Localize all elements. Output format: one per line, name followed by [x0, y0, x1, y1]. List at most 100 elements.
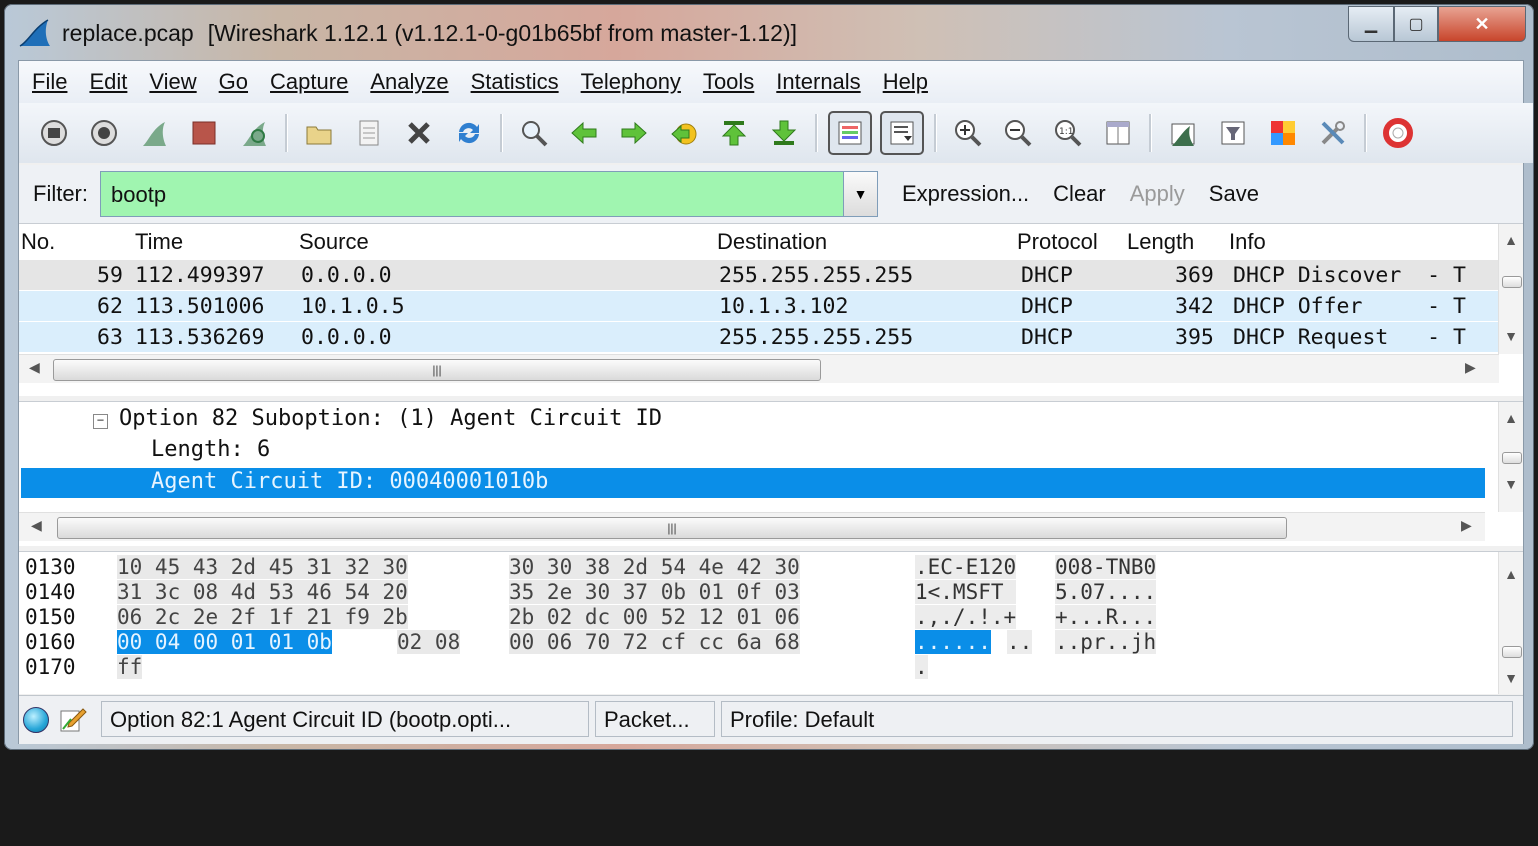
- scroll-right-icon[interactable]: ▶: [1461, 517, 1472, 534]
- menu-capture[interactable]: Capture: [259, 61, 359, 103]
- filter-history-dropdown[interactable]: ▼: [844, 171, 878, 217]
- display-filters-button[interactable]: [1212, 112, 1254, 154]
- go-back-button[interactable]: [563, 112, 605, 154]
- preferences-icon: [1321, 121, 1345, 145]
- menu-go[interactable]: Go: [208, 61, 259, 103]
- scroll-left-icon[interactable]: ◀: [29, 359, 40, 376]
- menu-help[interactable]: Help: [872, 61, 939, 103]
- expert-info-icon[interactable]: [23, 707, 49, 733]
- scroll-up-icon[interactable]: ▲: [1499, 566, 1523, 582]
- packet-row[interactable]: 62 113.501006 10.1.0.5 10.1.3.102 DHCP 3…: [19, 291, 1499, 321]
- menu-file[interactable]: File: [19, 61, 78, 103]
- menu-statistics[interactable]: Statistics: [460, 61, 570, 103]
- scroll-thumb[interactable]: [1502, 276, 1522, 288]
- hex-row[interactable]: 0130 10 45 43 2d 45 31 32 30 30 30 38 2d…: [25, 555, 1157, 580]
- display-filter-input[interactable]: bootp: [100, 171, 844, 217]
- stop-capture-button[interactable]: [183, 112, 225, 154]
- capture-filters-button[interactable]: [1162, 112, 1204, 154]
- byte-offset: 0150: [25, 605, 76, 629]
- scroll-thumb[interactable]: [1502, 646, 1522, 658]
- maximize-button[interactable]: ▢: [1394, 6, 1438, 42]
- filter-save-button[interactable]: Save: [1209, 181, 1259, 207]
- tree-item[interactable]: − Option 82 Suboption: (1) Agent Circuit…: [21, 405, 1485, 435]
- bytes-vscrollbar[interactable]: ▲ ▼: [1498, 552, 1523, 694]
- scroll-thumb[interactable]: |||: [57, 517, 1287, 539]
- go-forward-button[interactable]: [613, 112, 655, 154]
- reload-button[interactable]: [448, 112, 490, 154]
- filter-toolbar: Filter: bootp ▼ Expression... Clear Appl…: [19, 165, 1523, 223]
- menu-telephony[interactable]: Telephony: [570, 61, 692, 103]
- hex-row[interactable]: 0160 00 04 00 01 01 0b 02 08 00 06 70 72…: [25, 630, 1157, 655]
- go-last-button[interactable]: [763, 112, 805, 154]
- ascii-bytes: .,./.!.+: [915, 605, 1017, 629]
- column-header-time[interactable]: Time: [135, 229, 183, 255]
- scroll-up-icon[interactable]: ▲: [1499, 410, 1523, 426]
- tree-item-selected[interactable]: Agent Circuit ID: 00040001010b: [21, 468, 1485, 498]
- column-header-info[interactable]: Info: [1229, 229, 1266, 255]
- coloring-rules-button[interactable]: [1262, 112, 1304, 154]
- filter-apply-button[interactable]: Apply: [1130, 181, 1185, 207]
- column-header-destination[interactable]: Destination: [717, 229, 827, 255]
- find-packet-button[interactable]: [513, 112, 555, 154]
- hex-row[interactable]: 0150 06 2c 2e 2f 1f 21 f9 2b 2b 02 dc 00…: [25, 605, 1157, 630]
- zoom-in-button[interactable]: [947, 112, 989, 154]
- ascii-bytes: ..pr..jh: [1055, 630, 1157, 654]
- help-button[interactable]: [1377, 112, 1419, 154]
- title-bar[interactable]: replace.pcap [Wireshark 1.12.1 (v1.12.1-0…: [4, 4, 1534, 60]
- close-file-button[interactable]: [398, 112, 440, 154]
- packet-list-vscrollbar[interactable]: ▲ ▼: [1498, 224, 1523, 354]
- tree-item[interactable]: Length: 6: [21, 436, 1485, 466]
- capture-comment-icon[interactable]: [59, 705, 87, 733]
- details-hscrollbar[interactable]: ◀ ||| ▶: [19, 512, 1485, 541]
- packet-source: 0.0.0.0: [301, 325, 392, 350]
- column-header-source[interactable]: Source: [299, 229, 369, 255]
- hex-bytes: 30 30 38 2d 54 4e 42 30: [509, 555, 800, 579]
- scroll-up-icon[interactable]: ▲: [1499, 232, 1523, 248]
- menu-internals[interactable]: Internals: [765, 61, 871, 103]
- column-header-no[interactable]: No.: [21, 229, 55, 255]
- colorize-button[interactable]: [828, 111, 872, 155]
- packet-row[interactable]: 59 112.499397 0.0.0.0 255.255.255.255 DH…: [19, 260, 1499, 290]
- packet-list-hscrollbar[interactable]: ◀ ||| ▶: [19, 354, 1499, 383]
- resize-columns-button[interactable]: [1097, 112, 1139, 154]
- scroll-left-icon[interactable]: ◀: [31, 517, 42, 534]
- minimize-icon: ▁: [1364, 16, 1378, 33]
- restart-capture-button[interactable]: [233, 112, 275, 154]
- go-first-button[interactable]: [713, 112, 755, 154]
- auto-scroll-button[interactable]: [880, 111, 924, 155]
- close-window-button[interactable]: ✕: [1438, 6, 1526, 42]
- column-header-length[interactable]: Length: [1127, 229, 1194, 255]
- scroll-thumb[interactable]: |||: [53, 359, 821, 381]
- collapse-icon[interactable]: −: [93, 414, 108, 429]
- normal-size-button[interactable]: 1:1: [1047, 112, 1089, 154]
- details-vscrollbar[interactable]: ▲ ▼: [1498, 402, 1523, 512]
- menu-tools[interactable]: Tools: [692, 61, 765, 103]
- scroll-down-icon[interactable]: ▼: [1499, 670, 1523, 686]
- go-to-packet-button[interactable]: [663, 112, 705, 154]
- menu-analyze[interactable]: Analyze: [359, 61, 459, 103]
- capture-options-icon: [91, 120, 117, 146]
- minimize-button[interactable]: ▁: [1348, 6, 1394, 42]
- filter-clear-button[interactable]: Clear: [1053, 181, 1106, 207]
- column-header-protocol[interactable]: Protocol: [1017, 229, 1098, 255]
- zoom-out-button[interactable]: [997, 112, 1039, 154]
- start-capture-button[interactable]: [133, 112, 175, 154]
- menu-view[interactable]: View: [138, 61, 207, 103]
- save-file-button[interactable]: [348, 112, 390, 154]
- menu-edit[interactable]: Edit: [78, 61, 138, 103]
- filter-expression-button[interactable]: Expression...: [902, 181, 1029, 207]
- scroll-down-icon[interactable]: ▼: [1499, 328, 1523, 344]
- scroll-down-icon[interactable]: ▼: [1499, 476, 1523, 492]
- scroll-right-icon[interactable]: ▶: [1465, 359, 1476, 376]
- interface-list-button[interactable]: [33, 112, 75, 154]
- capture-options-button[interactable]: [83, 112, 125, 154]
- open-file-button[interactable]: [298, 112, 340, 154]
- preferences-button[interactable]: [1312, 112, 1354, 154]
- find-packet-icon: [522, 121, 548, 147]
- hex-row[interactable]: 0170 ff .: [25, 655, 928, 680]
- packet-row[interactable]: 63 113.536269 0.0.0.0 255.255.255.255 DH…: [19, 322, 1499, 352]
- interface-list-icon: [41, 120, 67, 146]
- scroll-thumb[interactable]: [1502, 452, 1522, 464]
- hex-row[interactable]: 0140 31 3c 08 4d 53 46 54 20 35 2e 30 37…: [25, 580, 1157, 605]
- status-profile[interactable]: Profile: Default: [721, 701, 1513, 737]
